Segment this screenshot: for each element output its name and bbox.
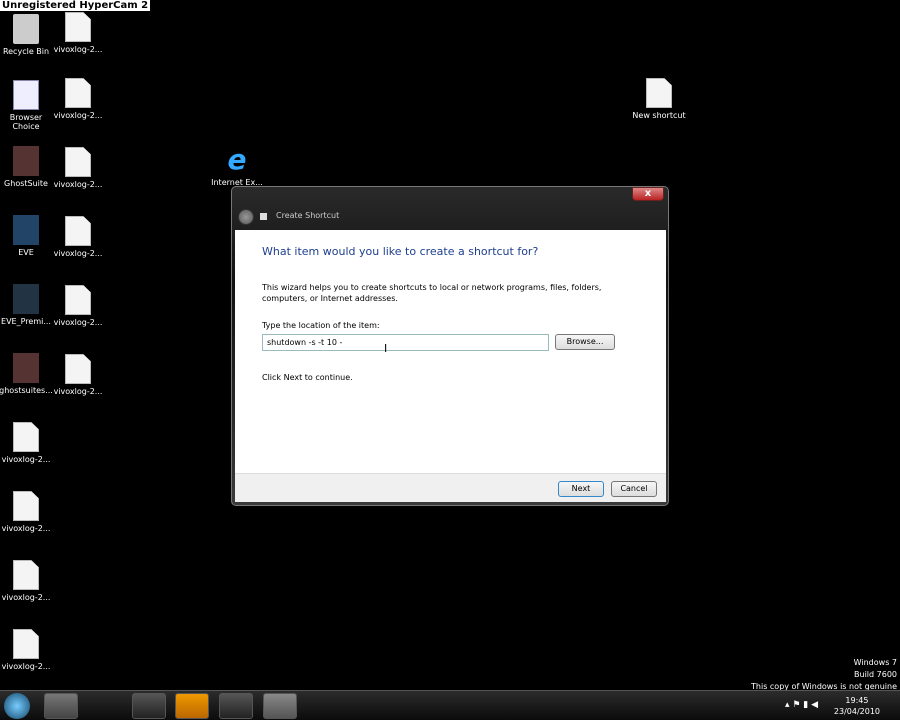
document-icon bbox=[65, 216, 91, 246]
document-icon bbox=[65, 147, 91, 177]
ghostsuites-icon bbox=[13, 353, 39, 383]
recycle-bin-icon bbox=[13, 14, 39, 44]
desktop-icon-file[interactable]: vivoxlog-2... bbox=[48, 354, 108, 396]
shortcut-icon bbox=[646, 78, 672, 108]
dialog-content: What item would you like to create a sho… bbox=[235, 230, 666, 473]
desktop-icon-file[interactable]: vivoxlog-2... bbox=[48, 12, 108, 54]
eve-icon bbox=[13, 215, 39, 245]
desktop-icon-file[interactable]: vivoxlog-2... bbox=[48, 78, 108, 120]
taskbar: ▴ ⚑ ▮ ◀ 19:45 23/04/2010 bbox=[0, 690, 900, 720]
taskbar-hypercam[interactable] bbox=[263, 693, 297, 719]
desktop-icon-new-shortcut[interactable]: New shortcut bbox=[629, 78, 689, 120]
desktop-icon-file[interactable]: vivoxlog-2... bbox=[0, 422, 56, 464]
desktop-icon-file[interactable]: vivoxlog-2... bbox=[48, 216, 108, 258]
browse-button[interactable]: Browse... bbox=[555, 334, 615, 350]
document-icon bbox=[65, 354, 91, 384]
document-icon bbox=[13, 629, 39, 659]
start-button[interactable] bbox=[4, 693, 30, 719]
desktop-icon-file[interactable]: vivoxlog-2... bbox=[48, 285, 108, 327]
shortcut-icon bbox=[260, 213, 267, 220]
continue-hint: Click Next to continue. bbox=[262, 373, 353, 382]
taskbar-messenger[interactable] bbox=[175, 693, 209, 719]
create-shortcut-dialog: x Create Shortcut What item would you li… bbox=[231, 186, 669, 506]
back-button[interactable] bbox=[238, 209, 254, 225]
eve-premium-icon bbox=[13, 284, 39, 314]
desktop-icon-file[interactable]: vivoxlog-2... bbox=[0, 491, 56, 533]
text-cursor-icon: I bbox=[384, 342, 388, 355]
desktop-icon-file[interactable]: vivoxlog-2... bbox=[0, 629, 56, 671]
taskbar-media-player[interactable] bbox=[88, 693, 122, 719]
dialog-description: This wizard helps you to create shortcut… bbox=[262, 283, 602, 303]
dialog-footer: Next Cancel bbox=[235, 473, 666, 502]
desktop-icon-file[interactable]: vivoxlog-2... bbox=[0, 560, 56, 602]
internet-explorer-icon: e bbox=[227, 143, 247, 176]
browser-choice-icon bbox=[13, 80, 39, 110]
document-icon bbox=[65, 12, 91, 42]
document-icon bbox=[65, 285, 91, 315]
location-label: Type the location of the item: bbox=[262, 321, 380, 330]
ghostsuite-icon bbox=[13, 146, 39, 176]
document-icon bbox=[13, 560, 39, 590]
document-icon bbox=[65, 78, 91, 108]
taskbar-explorer[interactable] bbox=[44, 693, 78, 719]
location-input[interactable] bbox=[262, 334, 549, 351]
taskbar-app[interactable] bbox=[219, 693, 253, 719]
clock[interactable]: 19:45 23/04/2010 bbox=[834, 695, 880, 717]
next-button[interactable]: Next bbox=[558, 481, 604, 497]
hypercam-watermark: Unregistered HyperCam 2 bbox=[0, 0, 151, 11]
genuine-notice: Windows 7 Build 7600 This copy of Window… bbox=[751, 658, 897, 691]
desktop-icon-file[interactable]: vivoxlog-2... bbox=[48, 147, 108, 189]
document-icon bbox=[13, 422, 39, 452]
close-button[interactable]: x bbox=[632, 187, 664, 201]
desktop-icon-internet-explorer[interactable]: e Internet Ex... bbox=[207, 143, 267, 188]
document-icon bbox=[13, 491, 39, 521]
dialog-title: Create Shortcut bbox=[276, 211, 340, 220]
cancel-button[interactable]: Cancel bbox=[611, 481, 657, 497]
taskbar-internet-explorer[interactable] bbox=[132, 693, 166, 719]
dialog-heading: What item would you like to create a sho… bbox=[262, 245, 539, 258]
tray-icons[interactable]: ▴ ⚑ ▮ ◀ bbox=[785, 700, 818, 710]
